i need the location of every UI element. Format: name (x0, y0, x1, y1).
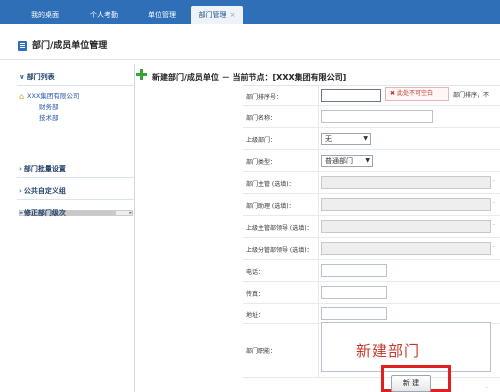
manager-input[interactable] (321, 176, 491, 189)
tree-item-tech[interactable]: 技术部 (39, 112, 59, 122)
row-superior-lead: 上级主管部领导 (选填)： · (243, 216, 500, 238)
field-label: 部门排序号： (246, 94, 283, 101)
row-parent: 上级部门： 无 ▼ (243, 128, 500, 150)
chevron-down-icon: ▼ (363, 135, 368, 142)
section-public-groups[interactable]: › 公共自定义组 (17, 182, 135, 200)
assistant-input[interactable] (321, 198, 491, 211)
home-icon: ⌂ (19, 92, 25, 101)
section-label: 部门批量设置 (23, 165, 66, 173)
tab-dept-management[interactable]: 部门管理 × (191, 6, 243, 24)
field-label: 地址： (246, 312, 265, 319)
create-button[interactable]: 新 建 (391, 375, 431, 392)
page-title-row: 部门/成员单位管理 (0, 24, 500, 60)
list-icon (18, 41, 27, 51)
tab-label: 个人考勤 (90, 11, 118, 19)
parent-select[interactable]: 无 ▼ (321, 133, 371, 145)
field-label: 部门助理 (选填)： (246, 203, 295, 210)
row-superior-branch: 上级分管部领导 (选填)： · (243, 238, 500, 260)
more-icon[interactable]: · (493, 200, 495, 207)
tab-label: 单位管理 (148, 11, 176, 19)
row-type: 部门类型： 普通部门 ▼ (243, 150, 500, 172)
error-tip-text: 此处不可空白 (397, 90, 434, 97)
chevron-right-icon: › (19, 165, 22, 173)
tab-label: 我的桌面 (31, 11, 59, 19)
add-icon (136, 69, 147, 80)
form-title: 新建部门/成员单位 － 当前节点：[XXX集团有限公司] (152, 73, 347, 82)
type-select[interactable]: 普通部门 ▼ (321, 155, 373, 167)
row-assistant: 部门助理 (选填)： · (243, 194, 500, 216)
error-tooltip: ✖ 此处不可空白 (385, 87, 449, 101)
tree-root-label: XXX集团有限公司 (27, 92, 80, 100)
select-value: 普通部门 (325, 157, 353, 165)
field-label: 部门主管 (选填)： (246, 181, 295, 188)
fax-input[interactable] (321, 286, 387, 299)
sort-hint: 部门排序，不 (453, 92, 490, 99)
field-label: 上级分管部领导 (选填)： (246, 247, 313, 254)
tab-unit-management[interactable]: 单位管理 (138, 6, 186, 24)
superior-lead-input[interactable] (321, 220, 491, 233)
page-title: 部门/成员单位管理 (32, 41, 108, 51)
chevron-down-icon: ▼ (365, 157, 370, 164)
dept-form: 部门排序号： 部门名称： 上级部门： 无 ▼ 部门类型： 普通部门 ▼ 部门主管 (… (243, 85, 500, 378)
section-label: 修正部门级次 (23, 209, 66, 217)
superior-branch-input[interactable] (321, 242, 491, 255)
tree-root[interactable]: ⌂ XXX集团有限公司 (19, 90, 80, 101)
field-label: 电话： (246, 269, 265, 276)
more-icon[interactable]: · (493, 244, 495, 251)
row-manager: 部门主管 (选填)： · (243, 172, 500, 194)
field-label: 传真： (246, 291, 265, 298)
select-value: 无 (325, 135, 332, 143)
field-label: 上级主管部领导 (选填)： (246, 225, 313, 232)
error-icon: ✖ (390, 90, 396, 97)
chevron-down-icon: ∨ (19, 73, 25, 81)
row-fax: 传真： (243, 282, 500, 304)
row-name: 部门名称： (243, 106, 500, 128)
more-icon[interactable]: · (486, 385, 488, 392)
row-phone: 电话： (243, 260, 500, 282)
field-label: 上级部门： (246, 137, 277, 144)
top-tab-bar: 我的桌面 个人考勤 单位管理 部门管理 × (0, 0, 500, 24)
section-fix-dept-level[interactable]: › 修正部门级次 (17, 204, 135, 222)
name-input[interactable] (321, 110, 433, 123)
tab-attendance[interactable]: 个人考勤 (80, 6, 128, 24)
section-label: 公共自定义组 (23, 187, 66, 195)
chevron-right-icon: › (19, 187, 22, 195)
field-label: 部门类型： (246, 159, 277, 166)
more-icon[interactable]: · (493, 178, 495, 185)
close-icon[interactable]: × (230, 11, 236, 19)
sort-input[interactable] (321, 89, 381, 102)
address-input[interactable] (321, 307, 387, 320)
overlay-caption: 新建部门 (356, 342, 421, 360)
phone-input[interactable] (321, 264, 387, 277)
tree-item-finance[interactable]: 财务部 (39, 101, 59, 111)
tab-label: 部门管理 (198, 11, 227, 19)
field-label: 部门名称： (246, 115, 277, 122)
tab-my-desktop[interactable]: 我的桌面 (22, 6, 68, 24)
dept-list-header[interactable]: ∨ 部门列表 (17, 68, 135, 86)
more-icon[interactable]: · (493, 222, 495, 229)
left-panel: ∨ 部门列表 ⌂ XXX集团有限公司 财务部 技术部 ◂ ▸ › 部门批量设置 › 公共… (17, 64, 135, 392)
field-label: 部门职能： (246, 348, 277, 355)
row-address: 地址： (243, 304, 500, 324)
section-batch-settings[interactable]: › 部门批量设置 (17, 160, 135, 178)
chevron-right-icon: › (19, 209, 22, 217)
dept-list-heading: 部门列表 (26, 73, 55, 81)
